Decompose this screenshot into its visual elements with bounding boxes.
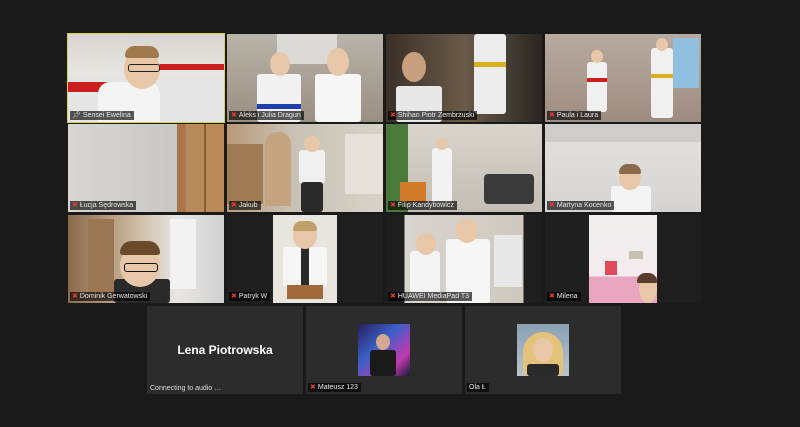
participant-name-tag: ✖︎ Paula i Laura (547, 111, 602, 120)
video-feed (545, 34, 701, 122)
mic-muted-icon: ✖︎ (231, 202, 237, 209)
video-feed (68, 215, 224, 303)
avatar (517, 324, 569, 376)
video-feed (386, 34, 542, 122)
video-feed (545, 215, 701, 303)
video-feed (386, 215, 542, 303)
participant-name: Martyna Kocenko (556, 202, 612, 209)
participant-name-tag: ✖︎ Filip Kandybowicz (388, 201, 457, 210)
video-tile[interactable]: ✖︎ Martyna Kocenko (545, 124, 701, 212)
video-feed (227, 124, 383, 212)
participant-name: Aleks i Julia Dragun (238, 112, 301, 119)
participant-name: Sensei Ewelina (82, 112, 131, 119)
mic-muted-icon: ✖︎ (549, 202, 555, 209)
video-feed (386, 124, 542, 212)
participant-display-name: Lena Piotrowska (177, 343, 273, 357)
video-tile[interactable]: ✖︎ Dominik Gerwatowski (68, 215, 224, 303)
participant-name-tag: ✖︎ Milena (547, 292, 581, 301)
video-tile[interactable]: ✖︎ Filip Kandybowicz (386, 124, 542, 212)
video-tile[interactable]: ✖︎ Patryk W (227, 215, 383, 303)
video-tile[interactable]: ✖︎ Łucja Sędrowska (68, 124, 224, 212)
participant-name: Paula i Laura (556, 112, 599, 119)
participant-name: Dominik Gerwatowski (79, 293, 148, 300)
mic-muted-icon: ✖︎ (390, 202, 396, 209)
participant-name: Łucja Sędrowska (79, 202, 134, 209)
mic-muted-icon: ✖︎ (549, 293, 555, 300)
participant-name-tag: ✖︎ HUAWEI MediaPad T3 (388, 292, 473, 301)
mic-muted-icon: ✖︎ (72, 202, 78, 209)
connecting-icon: … (214, 385, 222, 392)
video-feed (227, 34, 383, 122)
video-feed (227, 215, 383, 303)
participant-name-tag: ✖︎ Shihan Piotr Zembrzuski (388, 111, 478, 120)
participant-name-tag: ✖︎ Aleks i Julia Dragun (229, 111, 304, 120)
video-tile[interactable]: ✖︎ Milena (545, 215, 701, 303)
participant-name-tag: ✖︎ Martyna Kocenko (547, 201, 615, 210)
video-tile[interactable]: ✖︎ Jakub (227, 124, 383, 212)
avatar (358, 324, 410, 376)
participant-name: Jakub (238, 202, 258, 209)
participant-name: Shihan Piotr Zembrzuski (397, 112, 475, 119)
participant-name: Milena (556, 293, 578, 300)
video-feed (68, 124, 224, 212)
pin-icon: 📌︎ (72, 112, 81, 119)
participant-name-tag: ✖︎ Jakub (229, 201, 261, 210)
participant-name-tag: ✖︎ Patryk W (229, 292, 271, 301)
video-tile[interactable]: ✖︎ HUAWEI MediaPad T3 (386, 215, 542, 303)
participant-name: Patryk W (238, 293, 268, 300)
audio-status: Connecting to audio … (150, 385, 221, 392)
video-tile[interactable]: ✖︎ Shihan Piotr Zembrzuski (386, 34, 542, 122)
video-feed (68, 34, 224, 122)
mic-muted-icon: ✖︎ (72, 293, 78, 300)
participant-name-tag: Ola Ł (467, 383, 489, 392)
mic-muted-icon: ✖︎ (549, 112, 555, 119)
video-off-tile[interactable]: Lena Piotrowska Connecting to audio … (147, 306, 303, 394)
audio-status-text: Connecting to audio (150, 385, 213, 392)
participant-name-tag: ✖︎ Łucja Sędrowska (70, 201, 137, 210)
video-off-tile[interactable]: Ola Ł (465, 306, 621, 394)
video-feed (545, 124, 701, 212)
video-off-tile[interactable]: ✖︎ Mateusz 123 (306, 306, 462, 394)
participant-name: HUAWEI MediaPad T3 (397, 293, 470, 300)
video-tile[interactable]: ✖︎ Paula i Laura (545, 34, 701, 122)
video-tile[interactable]: 📌︎ Sensei Ewelina (67, 33, 225, 123)
mic-muted-icon: ✖︎ (231, 293, 237, 300)
mic-muted-icon: ✖︎ (231, 112, 237, 119)
mic-muted-icon: ✖︎ (390, 293, 396, 300)
mic-muted-icon: ✖︎ (310, 384, 316, 391)
participant-name: Mateusz 123 (317, 384, 358, 391)
participant-name-tag: 📌︎ Sensei Ewelina (70, 111, 134, 120)
video-tile[interactable]: ✖︎ Aleks i Julia Dragun (227, 34, 383, 122)
participant-name-tag: ✖︎ Dominik Gerwatowski (70, 292, 151, 301)
participant-name: Ola Ł (469, 384, 486, 391)
mic-muted-icon: ✖︎ (390, 112, 396, 119)
participant-name: Filip Kandybowicz (397, 202, 454, 209)
participant-name-tag: ✖︎ Mateusz 123 (308, 383, 361, 392)
